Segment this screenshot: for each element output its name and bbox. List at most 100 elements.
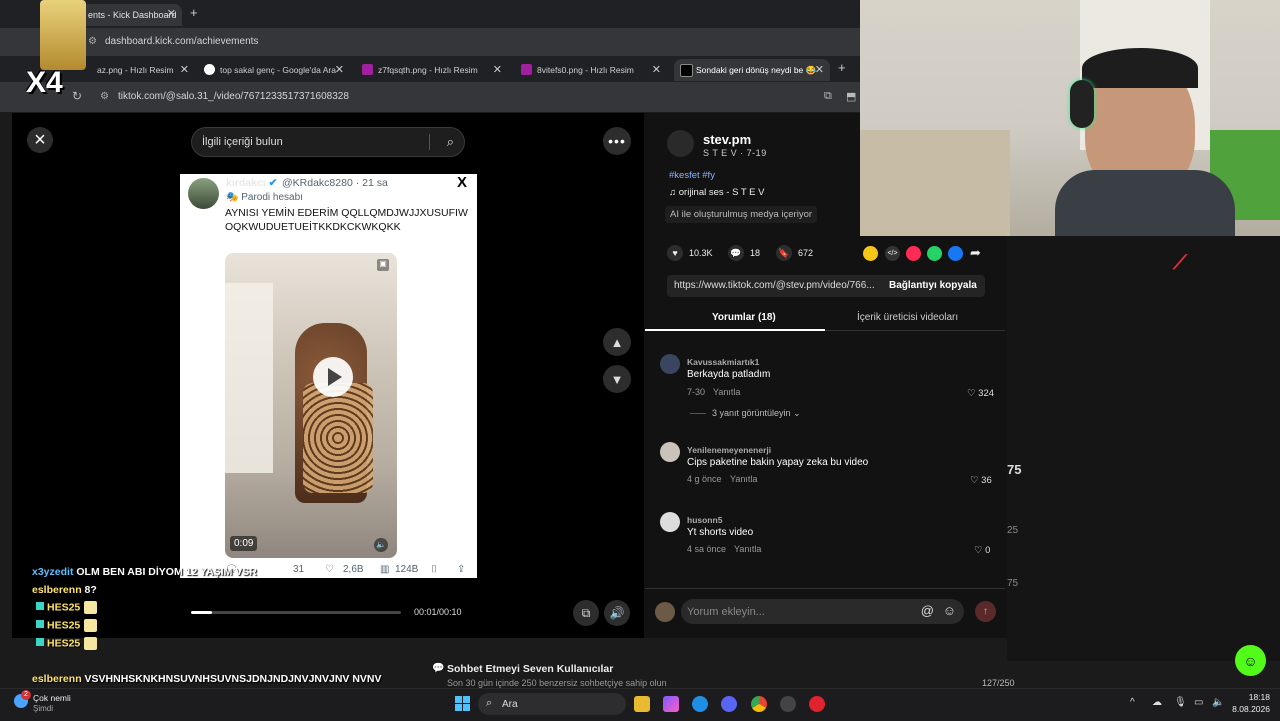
emoji-icon[interactable]: ☺ <box>943 603 956 618</box>
multiplier-badge: X4 <box>26 66 63 99</box>
windows-start-icon[interactable] <box>455 696 470 711</box>
pip-button[interactable]: ⧉ <box>573 600 599 626</box>
reload-icon[interactable]: ↻ <box>72 89 82 103</box>
new-tab-icon[interactable]: + <box>190 5 198 20</box>
coin-icon[interactable] <box>863 246 878 261</box>
mention-icon[interactable]: @ <box>921 603 934 618</box>
support-chat-button[interactable]: ☺ <box>1235 645 1266 676</box>
browser-tab[interactable]: 8vitefs0.png - Hızlı Resim ✕ <box>515 59 667 81</box>
browser-tab-active[interactable]: Sondaki geri dönüş neydi be 😂 ✕ <box>674 59 830 81</box>
chat-message: VSVHNHSKNKHNSUVNHSUVNSJDNJNDJNVJNVJNV NV… <box>84 673 382 685</box>
comment-avatar[interactable] <box>660 442 680 462</box>
like-count: 2,6B <box>343 564 364 575</box>
new-tab-icon[interactable]: + <box>838 60 846 75</box>
tab-creator-videos[interactable]: İçerik üreticisi videoları <box>857 312 958 323</box>
video-link-url: https://www.tiktok.com/@stev.pm/video/76… <box>674 280 875 291</box>
send-comment-button[interactable]: ↑ <box>975 601 996 622</box>
browser-tab[interactable]: z7fqsqth.png - Hızlı Resim ✕ <box>356 59 508 81</box>
tab-title: z7fqsqth.png - Hızlı Resim <box>378 65 478 75</box>
bookmark-icon: 🔖 <box>776 245 792 261</box>
play-button[interactable] <box>313 357 353 397</box>
taskbar-search[interactable]: ⌕ Ara <box>478 693 626 715</box>
comment-user[interactable]: husonn5 <box>687 515 722 525</box>
site-info-icon[interactable]: ⚙ <box>100 91 109 102</box>
cloud-icon[interactable]: ☁ <box>1152 697 1162 708</box>
reply-link[interactable]: Yanıtla <box>713 387 740 397</box>
address-url[interactable]: tiktok.com/@salo.31_/video/7671233517371… <box>118 91 349 102</box>
copy-link-button[interactable]: Bağlantıyı kopyala <box>889 280 977 291</box>
reply-link[interactable]: Yanıtla <box>730 474 757 484</box>
previous-video-button[interactable]: ▲ <box>603 328 631 356</box>
whatsapp-icon[interactable] <box>927 246 942 261</box>
clock[interactable]: 18:18 8.08.2026 <box>1232 692 1270 714</box>
share-icon[interactable]: ➦ <box>970 245 981 261</box>
opera-gx-icon[interactable] <box>809 696 825 712</box>
next-video-button[interactable]: ▼ <box>603 365 631 393</box>
speaker-icon[interactable]: 🔈 <box>1212 697 1224 708</box>
file-explorer-icon[interactable] <box>634 696 650 712</box>
video-hashtags[interactable]: #kesfet #fy <box>669 170 715 181</box>
microphone-icon[interactable]: 🎙 <box>1174 697 1187 708</box>
comment-avatar[interactable] <box>660 354 680 374</box>
volume-button[interactable]: 🔊 <box>604 600 630 626</box>
music-label[interactable]: ♫ orijinal ses - S T E V <box>669 187 764 198</box>
kick-dashboard-tab[interactable]: ents - Kick Dashboard ✕ <box>80 4 182 26</box>
view-replies-button[interactable]: 3 yanıt görüntüleyin ⌄ <box>712 408 801 419</box>
close-button[interactable]: × <box>27 127 53 153</box>
facebook-icon[interactable] <box>948 246 963 261</box>
author-avatar[interactable] <box>667 130 694 157</box>
expand-icon[interactable]: ▣ <box>377 259 389 271</box>
discord-icon[interactable] <box>721 696 737 712</box>
chat-message: OLM BEN ABI DİYOM 12 YAŞIM VSR <box>76 566 257 578</box>
close-tab-icon[interactable]: ✕ <box>493 63 502 76</box>
reply-link[interactable]: Yanıtla <box>734 544 761 554</box>
chat-line: HES25 <box>36 601 98 614</box>
close-tab-icon[interactable]: ✕ <box>652 63 661 76</box>
chat-user: HES25 <box>47 619 81 632</box>
comment-like[interactable]: ♡ 324 <box>967 388 994 399</box>
chevron-up-icon[interactable]: ^ <box>1130 697 1135 708</box>
chat-user: eslberenn <box>32 673 82 685</box>
comment-like[interactable]: ♡ 36 <box>970 475 992 486</box>
tab-underline <box>645 329 825 331</box>
tweet-author-name: kırdakcı ✔ <box>226 177 278 189</box>
browser-tab[interactable]: top sakal genç - Google'da Ara ✕ <box>198 59 350 81</box>
comment-user[interactable]: Yenilenemeyenenerji <box>687 445 771 455</box>
second-browser-tabbar: az.png - Hızlı Resim ✕ top sakal genç - G… <box>0 56 860 82</box>
comment-like[interactable]: ♡ 0 <box>974 545 990 556</box>
comment-avatar[interactable] <box>660 512 680 532</box>
close-tab-icon[interactable]: ✕ <box>815 63 824 76</box>
more-options-button[interactable]: ••• <box>603 127 631 155</box>
close-tab-icon[interactable]: ✕ <box>335 63 344 76</box>
embed-icon[interactable]: </> <box>885 246 900 261</box>
address-url[interactable]: dashboard.kick.com/achievements <box>105 36 258 47</box>
search-icon[interactable]: ⌕ <box>447 134 454 150</box>
chrome-icon[interactable] <box>751 696 767 712</box>
comment-icon: 💬 <box>728 245 744 261</box>
send-to-friends-icon[interactable] <box>906 246 921 261</box>
tweet-video[interactable]: ▣ <box>225 253 397 558</box>
tab-comments[interactable]: Yorumlar (18) <box>712 312 776 323</box>
comment-stat[interactable]: 💬 18 <box>728 245 760 261</box>
close-tab-icon[interactable]: ✕ <box>180 63 189 76</box>
comment-user[interactable]: Kavussakmiartık1 <box>687 357 759 367</box>
shirt <box>1055 170 1235 236</box>
steam-icon[interactable] <box>780 696 796 712</box>
side-number: 25 <box>1007 525 1019 536</box>
browser-tab[interactable]: az.png - Hızlı Resim ✕ <box>75 59 195 81</box>
translate-icon[interactable]: ⧉ <box>824 90 832 103</box>
install-icon[interactable]: ⬒ <box>846 90 856 103</box>
achievement-desc: Son 30 gün içinde 250 benzersiz sohbetçi… <box>447 678 667 688</box>
author-name[interactable]: stev.pm <box>703 132 751 147</box>
save-stat[interactable]: 🔖 672 <box>776 245 813 261</box>
volume-icon[interactable]: 🔈 <box>374 538 388 552</box>
like-stat[interactable]: ♥ 10.3K <box>667 245 713 261</box>
progress-bar[interactable] <box>191 611 401 614</box>
close-tab-icon[interactable]: ✕ <box>167 7 176 20</box>
m365-icon[interactable] <box>663 696 679 712</box>
comment-input[interactable]: Yorum ekleyin... @ ☺ <box>681 599 964 624</box>
display-icon[interactable]: ▭ <box>1194 697 1203 708</box>
site-info-icon[interactable]: ⚙ <box>88 36 97 47</box>
search-input[interactable]: İlgili içeriği bulun ⌕ <box>191 127 465 157</box>
edge-icon[interactable] <box>692 696 708 712</box>
